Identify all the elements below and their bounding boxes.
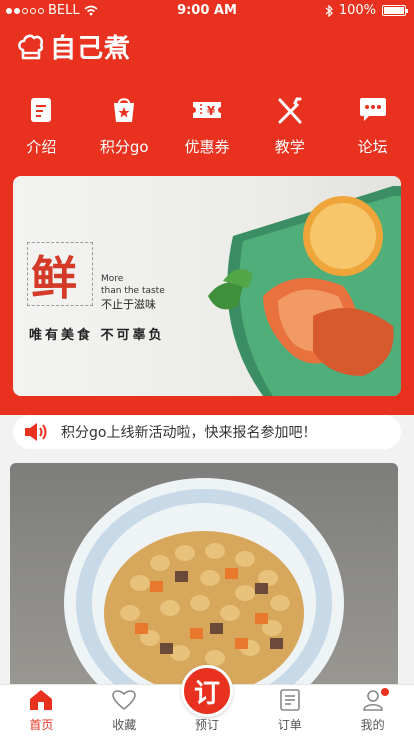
bluetooth-icon: [325, 4, 333, 17]
app-title: 自己煮: [50, 34, 132, 64]
tab-orders[interactable]: 订单: [248, 685, 331, 736]
banner-title-char: 鲜: [31, 251, 77, 305]
nav-label: 优惠券: [184, 138, 230, 156]
soybean-dish-image: [64, 478, 344, 693]
banner-subtitle: 不止于滋味: [101, 298, 156, 311]
order-icon[interactable]: 订: [180, 665, 233, 717]
nav-item-forum[interactable]: 论坛: [331, 92, 414, 157]
list-icon: [279, 687, 301, 713]
tab-label: 我的: [360, 718, 385, 732]
tab-reserve[interactable]: 订 预订: [166, 665, 249, 736]
top-nav: 介绍 积分go ¥ 优惠券 教学 论坛: [0, 92, 414, 157]
banner-english-line: More: [101, 274, 124, 284]
utensils-icon: [272, 92, 308, 128]
home-icon: [28, 687, 54, 713]
battery-percent: 100%: [338, 3, 376, 18]
status-bar: BELL 9:00 AM 100%: [0, 0, 414, 22]
notice-text: 积分go上线新活动啦，快来报名参加吧！: [61, 425, 317, 441]
points-bag-icon: [106, 92, 142, 128]
nav-item-teaching[interactable]: 教学: [248, 92, 331, 157]
shrimp-plate-image: [208, 186, 401, 396]
bottom-tab-bar: 首页 收藏 订 预订 订单 我的: [0, 665, 414, 736]
nav-label: 论坛: [357, 138, 388, 156]
nav-item-points[interactable]: 积分go: [83, 92, 166, 157]
chat-icon: [355, 92, 391, 128]
intro-icon: [23, 92, 59, 128]
banner-slogan: 唯有美食 不可辜负: [29, 328, 165, 343]
svg-text:¥: ¥: [207, 104, 216, 118]
battery-icon: [382, 5, 408, 16]
tab-label: 订单: [277, 718, 302, 732]
promo-banner[interactable]: 鲜 More than the taste 不止于滋味 唯有美食 不可辜负: [13, 176, 401, 396]
coupon-icon: ¥: [189, 92, 225, 128]
tab-home[interactable]: 首页: [0, 685, 83, 736]
nav-label: 积分go: [99, 138, 149, 156]
tab-favorites[interactable]: 收藏: [83, 685, 166, 736]
banner-english: More than the taste: [101, 273, 165, 297]
notice-bar[interactable]: 积分go上线新活动啦，快来报名参加吧！: [13, 415, 401, 449]
tab-profile[interactable]: 我的: [331, 685, 414, 736]
chef-hat-icon: [18, 34, 44, 59]
nav-item-coupon[interactable]: ¥ 优惠券: [166, 92, 249, 157]
notification-dot: [380, 688, 389, 696]
tab-label: 预订: [194, 718, 219, 732]
featured-dish-card[interactable]: [10, 463, 398, 693]
heart-icon: [111, 687, 137, 713]
speaker-icon: [25, 423, 47, 441]
tab-label: 收藏: [112, 718, 137, 732]
nav-item-intro[interactable]: 介绍: [0, 92, 83, 157]
nav-label: 教学: [274, 138, 305, 156]
tab-label: 首页: [29, 718, 54, 732]
app-logo: 自己煮: [16, 28, 131, 65]
nav-label: 介绍: [26, 138, 57, 156]
